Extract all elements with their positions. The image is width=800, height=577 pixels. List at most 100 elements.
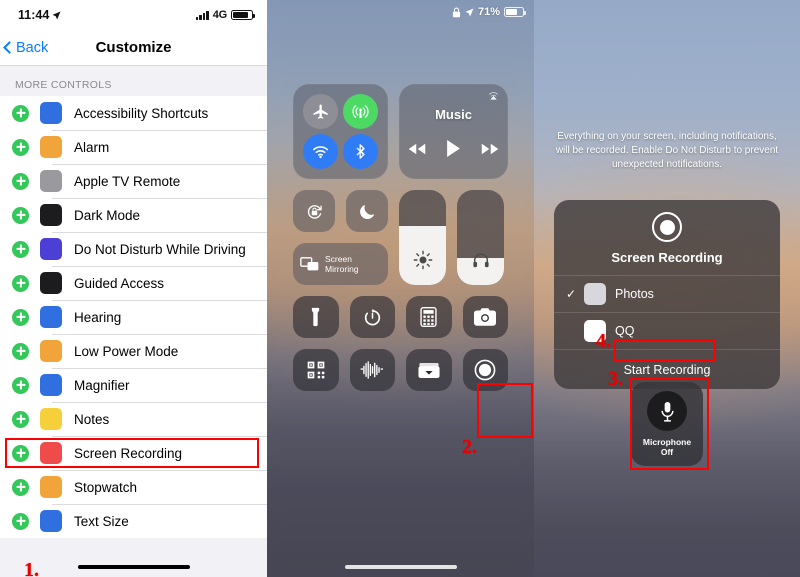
record-icon	[474, 359, 496, 381]
microphone-icon	[660, 401, 674, 422]
list-item-label: Do Not Disturb While Driving	[74, 241, 246, 257]
bluetooth-toggle[interactable]	[342, 133, 378, 169]
photos-icon	[584, 283, 606, 305]
location-arrow-icon	[52, 11, 61, 19]
rewind-icon[interactable]	[408, 142, 426, 160]
rotation-lock-toggle[interactable]	[293, 190, 335, 232]
screen-recording-tile[interactable]	[462, 349, 508, 391]
destination-option[interactable]: QQ	[554, 312, 780, 349]
wallet-tile[interactable]	[406, 349, 452, 391]
text-size-icon	[40, 510, 62, 532]
music-title: Music	[435, 107, 472, 122]
add-control-button[interactable]	[12, 206, 29, 224]
qr-scanner-tile[interactable]	[293, 349, 339, 391]
record-icon	[652, 212, 682, 242]
timer-tile[interactable]	[349, 296, 395, 338]
back-button[interactable]: Back	[0, 40, 48, 56]
camera-tile[interactable]	[462, 296, 508, 338]
left-small-column: Screen Mirroring	[293, 190, 388, 285]
destination-option-list: ✓ Photos QQ	[554, 275, 780, 349]
apple-tv-remote-icon	[40, 170, 62, 192]
destination-option[interactable]: ✓ Photos	[554, 275, 780, 312]
stopwatch-icon	[40, 476, 62, 498]
list-item-label: Dark Mode	[74, 207, 141, 223]
add-control-button[interactable]	[12, 512, 29, 530]
add-control-button[interactable]	[12, 274, 29, 292]
list-item[interactable]: Do Not Disturb While Driving	[0, 232, 267, 266]
brightness-fill	[399, 226, 446, 285]
flashlight-tile[interactable]	[293, 296, 339, 338]
hearing-icon	[40, 306, 62, 328]
list-item[interactable]: Apple TV Remote	[0, 164, 267, 198]
microphone-toggle[interactable]: Microphone Off	[631, 382, 703, 466]
add-control-button[interactable]	[12, 138, 29, 156]
add-control-button[interactable]	[12, 478, 29, 496]
screen-mirroring-label: Screen Mirroring	[325, 254, 359, 274]
sheet-header: Screen Recording	[554, 200, 780, 275]
list-item-label: Notes	[74, 411, 110, 427]
play-icon[interactable]	[446, 140, 461, 162]
airplay-icon[interactable]	[487, 91, 500, 107]
camera-icon	[474, 308, 497, 326]
destination-option-label: QQ	[615, 324, 635, 338]
panel-settings-customize: 11:44 4G Back Customize MORE CONTROLS Ac…	[0, 0, 267, 577]
magnifier-icon	[40, 374, 62, 396]
sheet-title: Screen Recording	[611, 250, 723, 265]
step-marker-3: 3.	[608, 368, 623, 390]
microphone-line-2: Off	[660, 447, 674, 457]
hearing-tile[interactable]	[349, 349, 395, 391]
add-control-button[interactable]	[12, 342, 29, 360]
list-item[interactable]: Low Power Mode	[0, 334, 267, 368]
volume-slider[interactable]	[457, 190, 504, 285]
music-module[interactable]: Music	[399, 84, 508, 179]
add-control-button[interactable]	[12, 172, 29, 190]
wifi-toggle[interactable]	[303, 133, 339, 169]
list-item[interactable]: Accessibility Shortcuts	[0, 96, 267, 130]
list-item-label: Screen Recording	[74, 445, 183, 461]
list-item[interactable]: Stopwatch	[0, 470, 267, 504]
list-item[interactable]: Notes	[0, 402, 267, 436]
back-button-label: Back	[16, 39, 49, 56]
notes-icon	[40, 408, 62, 430]
list-item[interactable]: Magnifier	[0, 368, 267, 402]
more-controls-list: Accessibility Shortcuts Alarm Apple TV Rem…	[0, 96, 267, 538]
cellular-data-toggle[interactable]	[342, 94, 378, 130]
add-control-button[interactable]	[12, 240, 29, 258]
add-control-button[interactable]	[12, 376, 29, 394]
list-item[interactable]: Alarm	[0, 130, 267, 164]
status-bar-right: 4G	[195, 9, 255, 21]
battery-icon	[231, 9, 255, 21]
add-control-button[interactable]	[12, 410, 29, 428]
list-item[interactable]: Text Size	[0, 504, 267, 538]
list-item[interactable]: Guided Access	[0, 266, 267, 300]
list-item-label: Alarm	[74, 139, 110, 155]
chevron-left-icon	[3, 41, 16, 54]
do-not-disturb-toggle[interactable]	[346, 190, 388, 232]
recording-notice-text: Everything on your screen, including not…	[555, 131, 779, 170]
screenshot-root: 11:44 4G Back Customize MORE CONTROLS Ac…	[0, 0, 800, 577]
list-item-label: Stopwatch	[74, 479, 138, 495]
control-center-row-3	[293, 296, 508, 338]
list-item[interactable]: Dark Mode	[0, 198, 267, 232]
list-item-label: Guided Access	[74, 275, 165, 291]
timer-icon	[364, 308, 380, 325]
navigation-bar: Back Customize	[0, 30, 267, 66]
brightness-slider[interactable]	[399, 190, 446, 285]
list-item[interactable]: Screen Recording	[0, 436, 267, 470]
calculator-tile[interactable]	[406, 296, 452, 338]
add-control-button[interactable]	[12, 444, 29, 462]
volume-fill	[457, 253, 504, 285]
list-item-label: Text Size	[74, 513, 129, 529]
list-item-label: Low Power Mode	[74, 343, 179, 359]
panel-control-center: 71% Music Screen Mirroring 2.	[267, 0, 534, 577]
music-controls	[408, 140, 499, 162]
add-control-button[interactable]	[12, 104, 29, 122]
list-item[interactable]: Hearing	[0, 300, 267, 334]
calculator-icon	[420, 307, 437, 327]
accessibility-icon	[40, 102, 62, 124]
fast-forward-icon[interactable]	[481, 142, 499, 160]
home-indicator	[344, 564, 457, 569]
screen-mirroring-toggle[interactable]: Screen Mirroring	[293, 243, 388, 285]
airplane-mode-toggle[interactable]	[303, 94, 339, 130]
add-control-button[interactable]	[12, 308, 29, 326]
